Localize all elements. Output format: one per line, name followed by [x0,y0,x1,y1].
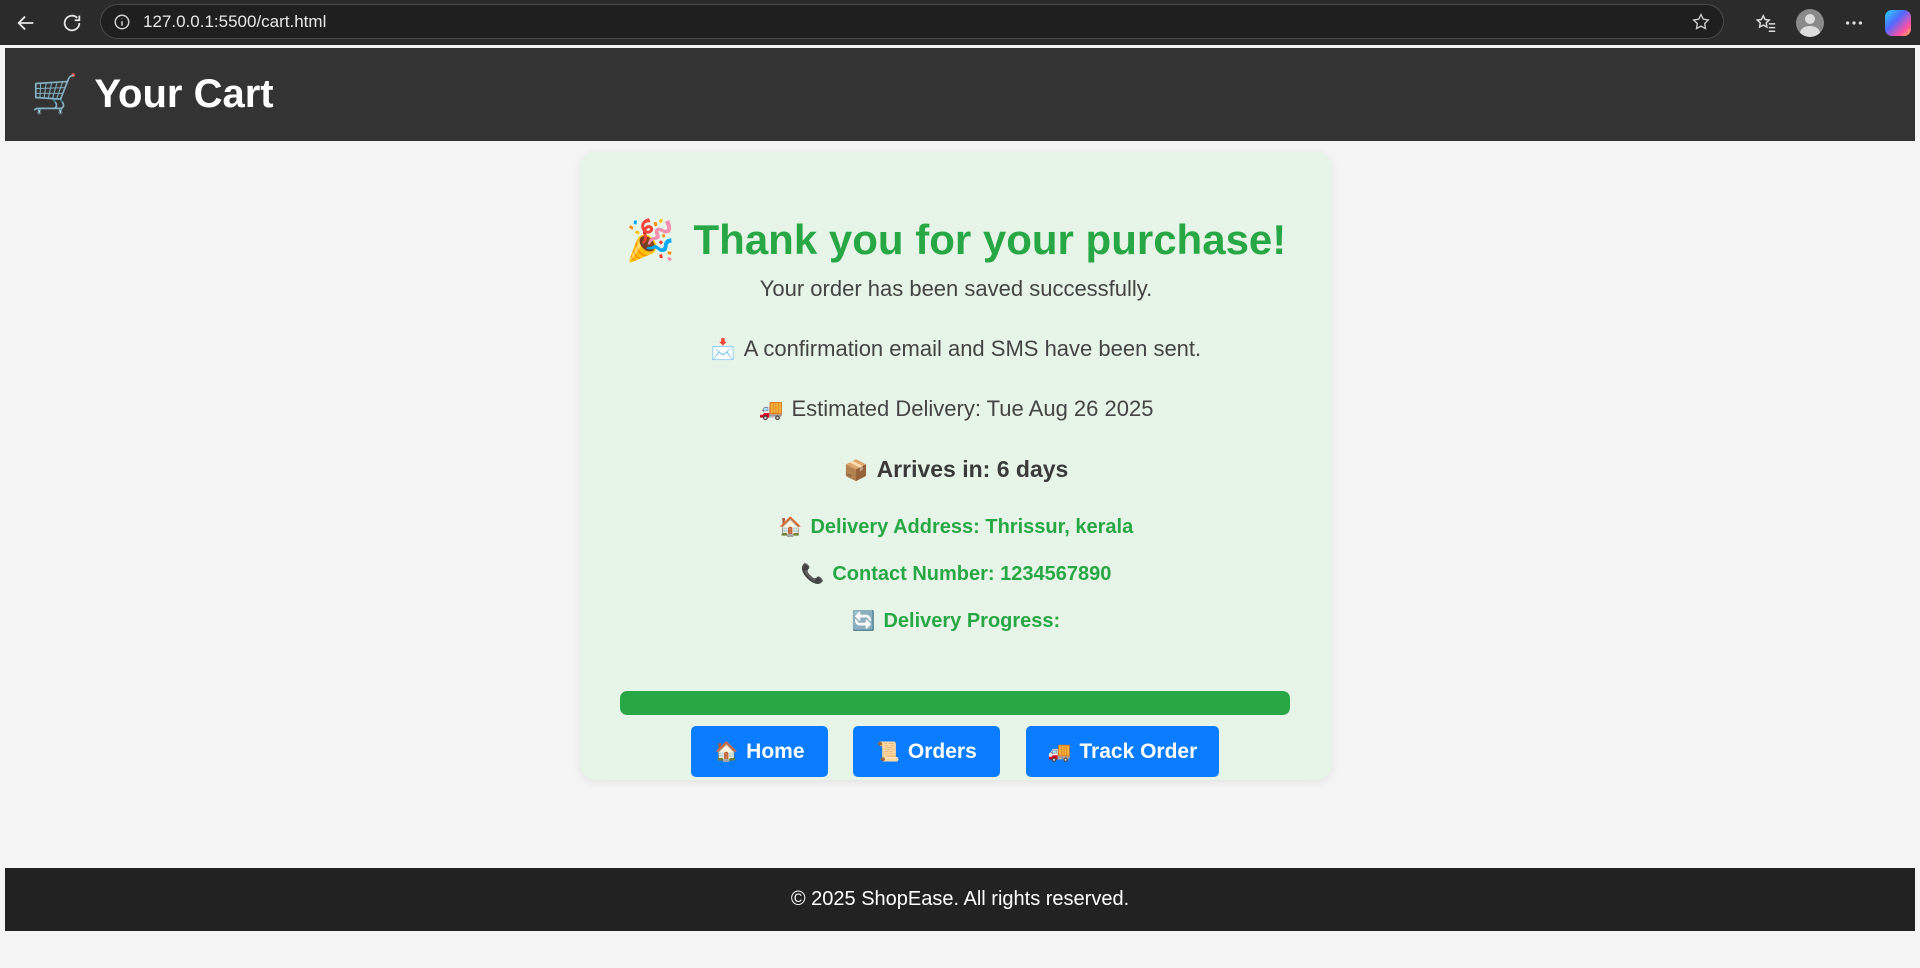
delivery-progress-bar [620,691,1290,715]
cart-icon: 🛒 [31,73,79,116]
track-order-button-label: Track Order [1079,739,1198,763]
more-menu-icon[interactable] [1832,0,1876,45]
contact-number: 📞 Contact Number: 1234567890 [581,562,1331,586]
favorites-icon[interactable] [1744,0,1788,45]
estimated-delivery-text: Estimated Delivery: Tue Aug 26 2025 [791,396,1154,421]
copyright-text: © 2025 ShopEase. All rights reserved. [790,888,1130,910]
track-order-button[interactable]: 🚚 Track Order [1026,726,1219,777]
envelope-icon: 📩 [710,339,736,361]
phone-icon: 📞 [800,564,825,585]
truck-icon: 🚚 [1047,741,1072,763]
email-sms-notice: 📩 A confirmation email and SMS have been … [581,336,1331,362]
home-icon: 🏠 [714,741,739,763]
address-bar[interactable]: 127.0.0.1:5500/cart.html [100,4,1724,39]
delivery-progress-label: 🔄 Delivery Progress: [581,609,1331,633]
copilot-icon[interactable] [1876,0,1920,45]
arrives-in: 📦 Arrives in: 6 days [581,456,1331,483]
site-header: 🛒 Your Cart [5,48,1915,141]
thank-you-text: Thank you for your purchase! [693,216,1287,263]
truck-icon: 🚚 [758,399,784,421]
delivery-progress-text: Delivery Progress: [883,610,1061,632]
house-icon: 🏠 [778,517,803,538]
back-icon[interactable] [8,5,44,41]
favorite-star-icon[interactable] [1691,12,1711,32]
thank-you-heading: 🎉 Thank you for your purchase! [581,216,1331,264]
home-button[interactable]: 🏠 Home [691,726,828,777]
site-info-icon[interactable] [113,13,131,31]
scroll-icon: 📜 [876,741,900,763]
orders-button-label: Orders [907,739,977,763]
order-saved-message: Your order has been saved successfully. [759,276,1153,301]
page-title: Your Cart [94,72,274,116]
refresh-arrows-icon: 🔄 [851,611,876,632]
browser-toolbar: 127.0.0.1:5500/cart.html [0,0,1920,45]
delivery-progress-fill [620,691,1290,715]
delivery-address-text: Delivery Address: Thrissur, kerala [810,516,1134,538]
profile-avatar-icon[interactable] [1788,0,1832,45]
arrives-in-text: Arrives in: 6 days [876,456,1069,482]
contact-number-text: Contact Number: 1234567890 [832,563,1112,585]
home-button-label: Home [746,739,805,763]
party-popper-icon: 🎉 [625,219,676,263]
package-icon: 📦 [843,460,869,482]
site-footer: © 2025 ShopEase. All rights reserved. [5,868,1915,931]
orders-button[interactable]: 📜 Orders [853,726,1000,777]
delivery-address: 🏠 Delivery Address: Thrissur, kerala [581,515,1331,539]
refresh-icon[interactable] [54,5,90,41]
email-sms-text: A confirmation email and SMS have been s… [743,336,1202,361]
estimated-delivery: 🚚 Estimated Delivery: Tue Aug 26 2025 [581,396,1331,422]
url-text[interactable]: 127.0.0.1:5500/cart.html [143,12,326,32]
